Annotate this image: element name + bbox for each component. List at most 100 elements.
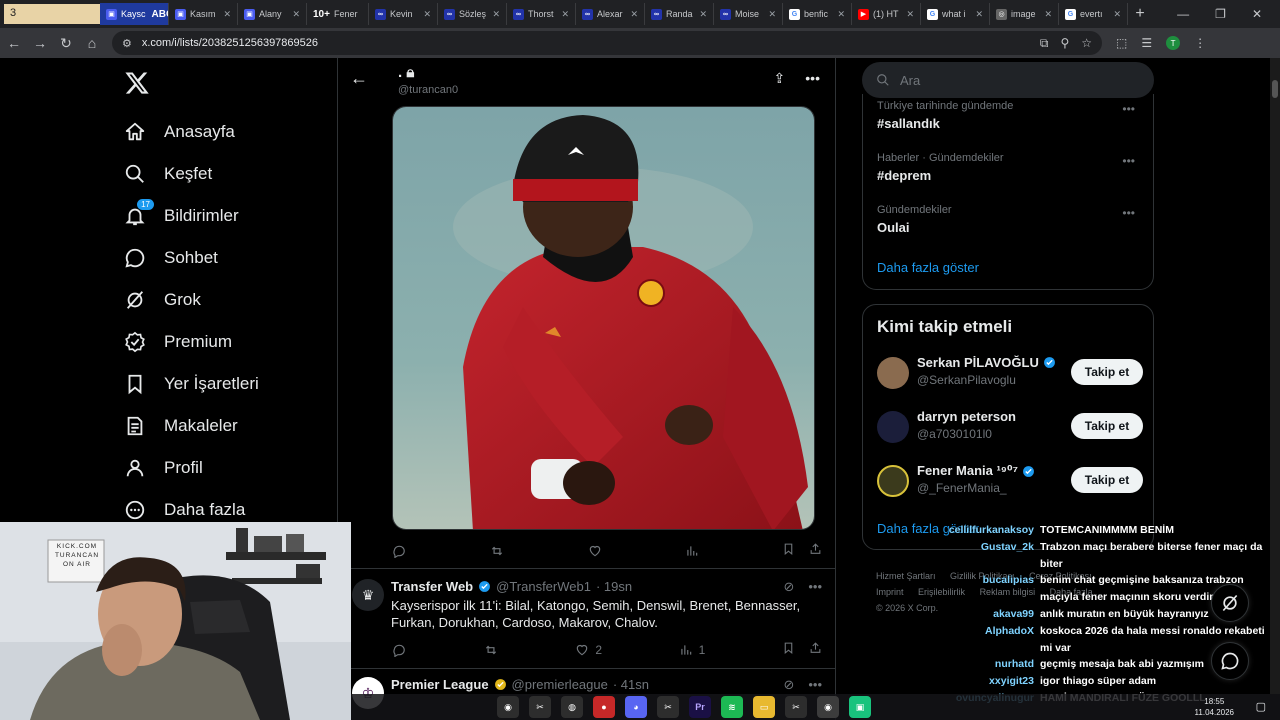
nav-item-chat[interactable]: Sohbet [124, 240, 218, 276]
browser-tab[interactable]: ▣ Alany ✕ [238, 3, 307, 25]
premiere-icon[interactable]: Pr [689, 696, 711, 718]
site-info-icon[interactable]: ⚙ [122, 37, 132, 50]
tweet-author-name[interactable]: Premier League [391, 677, 489, 692]
x-logo-icon[interactable] [124, 70, 150, 96]
taskbar-clock[interactable]: 18:55 11.04.2026 [1195, 696, 1234, 718]
close-window-icon[interactable]: ✕ [1252, 7, 1262, 21]
reply-icon[interactable] [392, 544, 406, 558]
close-tab-icon[interactable]: ✕ [1044, 9, 1052, 20]
app-icon[interactable]: ▣ [849, 696, 871, 718]
trend-item[interactable]: Gündemdekiler Oulai ••• [877, 204, 1143, 235]
nav-item-notifications[interactable]: 17 Bildirimler [124, 198, 239, 234]
browser-tab[interactable]: ▣ Kasım ✕ [169, 3, 238, 25]
close-tab-icon[interactable]: ✕ [1113, 9, 1121, 20]
follow-suggestion[interactable]: Fener Mania ¹⁹⁰⁷ @_FenerMania_ Takip et [877, 463, 1143, 503]
menu-dots-icon[interactable]: ⋮ [1194, 36, 1206, 50]
home-browser-icon[interactable]: ⌂ [80, 35, 104, 51]
bookmark-star-icon[interactable]: ☆ [1081, 36, 1092, 51]
tweet-handle[interactable]: @TransferWeb1 [496, 579, 591, 594]
views-button[interactable]: 1 [679, 643, 705, 657]
file-explorer-icon[interactable]: ▭ [753, 696, 775, 718]
share-icon[interactable]: ⇪ [774, 70, 786, 87]
install-app-icon[interactable]: ⧉ [1040, 36, 1049, 51]
nav-item-profile[interactable]: Profil [124, 450, 203, 486]
capcut-icon[interactable]: ✂ [529, 696, 551, 718]
url-omnibox[interactable]: ⚙ x.com/i/lists/2038251256397869526 ⧉ ⚲ … [112, 31, 1102, 55]
views-icon[interactable] [685, 544, 699, 558]
chrome-icon[interactable]: ◉ [817, 696, 839, 718]
browser-tab[interactable]: ▶ (1) HT ✕ [852, 3, 921, 25]
trend-item[interactable]: Haberler · Gündemdekiler #deprem ••• [877, 152, 1143, 183]
record-icon[interactable]: ● [593, 696, 615, 718]
like-icon[interactable] [588, 544, 602, 558]
trends-show-more-link[interactable]: Daha fazla göster [877, 260, 979, 275]
back-arrow-icon[interactable]: ← [2, 35, 26, 51]
close-tab-icon[interactable]: ✕ [768, 9, 776, 20]
follow-suggestion[interactable]: darryn peterson @a7030101l0 Takip et [877, 409, 1143, 449]
new-tab-button[interactable]: + [1128, 5, 1152, 23]
reply-icon[interactable] [392, 643, 406, 657]
more-dots-icon[interactable]: ••• [808, 579, 822, 595]
close-tab-icon[interactable]: ✕ [699, 9, 707, 20]
post-photo[interactable] [392, 106, 815, 530]
like-button[interactable]: 2 [575, 643, 602, 657]
avatar[interactable] [877, 357, 909, 389]
browser-tab[interactable]: 10+ Fener [307, 3, 369, 25]
nav-item-bookmarks[interactable]: Yer İşaretleri [124, 366, 259, 402]
more-dots-icon[interactable]: ••• [1122, 206, 1135, 220]
follow-button[interactable]: Takip et [1071, 413, 1143, 439]
back-arrow-icon[interactable]: ← [350, 68, 372, 90]
spotify-icon[interactable]: ≋ [721, 696, 743, 718]
media-icon[interactable]: ☰ [1141, 36, 1152, 50]
search-input[interactable]: Ara [862, 62, 1154, 98]
tab-first[interactable]: 3 [4, 4, 100, 24]
more-dots-icon[interactable]: ••• [1122, 102, 1135, 116]
browser-tab[interactable]: ◎ image ✕ [990, 3, 1059, 25]
close-tab-icon[interactable]: ✕ [423, 9, 431, 20]
nav-item-premium[interactable]: Premium [124, 324, 232, 360]
footer-link[interactable]: Imprint [876, 587, 904, 597]
browser-tab[interactable]: Gbenfic ✕ [783, 3, 852, 25]
avatar[interactable] [877, 411, 909, 443]
close-tab-icon[interactable]: ✕ [906, 9, 914, 20]
browser-tab[interactable]: ∞ Thorst ✕ [507, 3, 576, 25]
grok-icon[interactable]: ⊘ [783, 677, 794, 693]
page-scrollbar[interactable] [1270, 58, 1280, 694]
minimize-icon[interactable]: — [1177, 7, 1189, 21]
close-tab-icon[interactable]: ✕ [975, 9, 983, 20]
repost-icon[interactable] [483, 643, 499, 657]
discord-icon[interactable]: ◕ [625, 696, 647, 718]
trend-item[interactable]: Türkiye tarihinde gündemde #sallandık ••… [877, 100, 1143, 131]
more-dots-icon[interactable]: ••• [805, 70, 820, 87]
follow-button[interactable]: Takip et [1071, 467, 1143, 493]
nav-item-articles[interactable]: Makaleler [124, 408, 238, 444]
browser-tab[interactable]: Gevertı ✕ [1059, 3, 1128, 25]
tweet-handle[interactable]: @premierleague [512, 677, 608, 692]
footer-link[interactable]: Hizmet Şartları [876, 571, 936, 581]
browser-tab[interactable]: ∞ Kevin ✕ [369, 3, 438, 25]
grok-icon[interactable]: ⊘ [783, 579, 794, 595]
browser-tab[interactable]: ∞ Alexar ✕ [576, 3, 645, 25]
nav-item-explore[interactable]: Keşfet [124, 156, 212, 192]
share-icon[interactable] [809, 542, 822, 559]
more-dots-icon[interactable]: ••• [808, 677, 822, 693]
messages-float-button[interactable] [1211, 642, 1249, 680]
reload-icon[interactable]: ↻ [54, 35, 78, 52]
nav-item-home[interactable]: Anasayfa [124, 114, 235, 150]
follow-button[interactable]: Takip et [1071, 359, 1143, 385]
nav-item-grok[interactable]: Grok [124, 282, 201, 318]
notification-center-icon[interactable]: ▢ [1256, 700, 1266, 713]
bookmark-icon[interactable] [782, 641, 795, 658]
browser-tab[interactable]: ∞ Moise ✕ [714, 3, 783, 25]
chrome-icon[interactable]: ◉ [497, 696, 519, 718]
close-tab-icon[interactable]: ✕ [630, 9, 638, 20]
more-dots-icon[interactable]: ••• [1122, 154, 1135, 168]
extensions-icon[interactable]: ⬚ [1116, 36, 1127, 50]
tweet-author-name[interactable]: Transfer Web [391, 579, 473, 594]
bookmark-icon[interactable] [782, 542, 795, 559]
browser-tab[interactable]: ∞ Sözleş ✕ [438, 3, 507, 25]
close-tab-icon[interactable]: ✕ [561, 9, 569, 20]
browser-tab[interactable]: ∞ Randa ✕ [645, 3, 714, 25]
browser-tab[interactable]: Gwhat i ✕ [921, 3, 990, 25]
avatar[interactable]: ♛ [352, 579, 384, 611]
